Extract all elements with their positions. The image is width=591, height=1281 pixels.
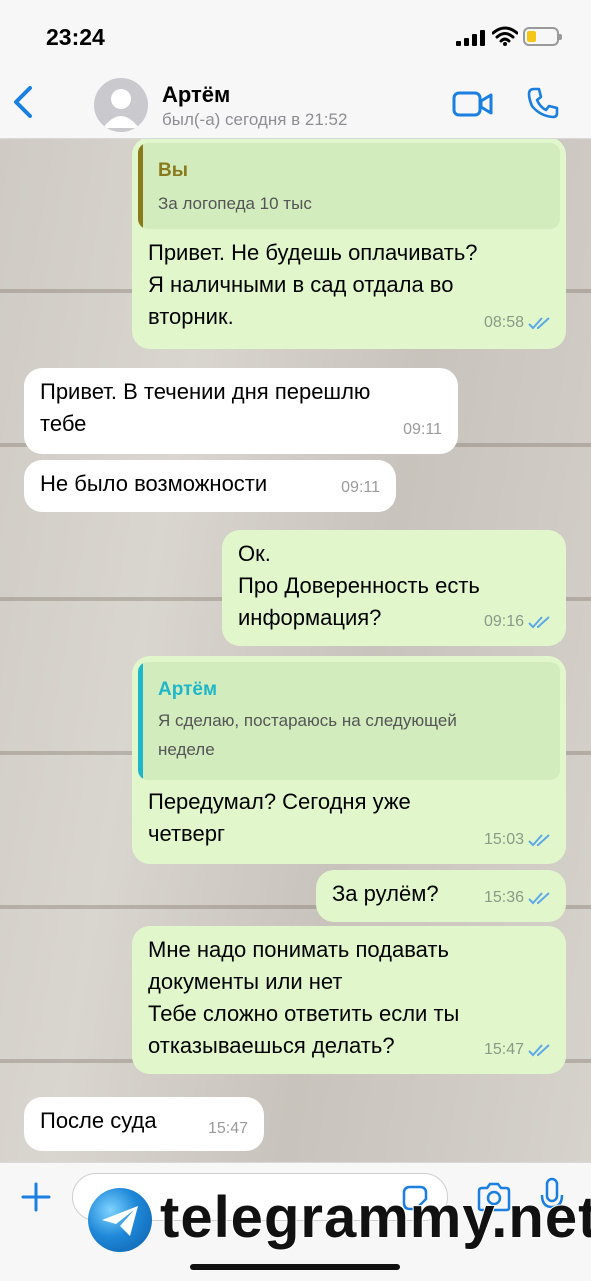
reply-author: Артём [158,679,218,700]
message-text: Привет. В течении дня перешлю тебе [40,379,371,436]
message-text: Не было возможности [40,471,268,496]
message-bubble-incoming[interactable]: После суда 15:47 [24,1097,264,1151]
message-meta: 09:11 [403,414,442,446]
chevron-left-icon[interactable] [10,84,36,120]
watermark-logo-icon [88,1188,152,1252]
signal-icon [456,30,486,46]
status-bar: 23:24 [0,0,591,70]
message-bubble-outgoing[interactable]: Ок. Про Доверенность есть информация? 09… [222,530,566,646]
message-text: Привет. Не будешь оплачивать? Я наличным… [148,240,478,329]
reply-quote[interactable]: Вы За логопеда 10 тыс [138,143,560,229]
avatar[interactable] [94,78,148,132]
status-time: 23:24 [46,24,105,50]
message-time: 15:36 [483,889,524,906]
wifi-icon [492,26,518,46]
home-indicator [190,1264,400,1270]
double-check-icon [528,834,550,847]
video-call-icon[interactable] [452,90,494,118]
message-text: После суда [40,1108,157,1133]
watermark-text: telegrammy.net [159,1184,591,1251]
person-icon [103,89,139,128]
reply-text: За логопеда 10 тыс [158,194,312,213]
double-check-icon [528,892,550,905]
contact-name[interactable]: Артём [162,82,230,108]
message-meta: 09:16 [484,606,552,638]
message-time: 09:11 [403,421,442,438]
message-bubble-outgoing[interactable]: За рулём? 15:36 [316,870,566,922]
message-meta: 15:03 [484,824,552,856]
message-text: Ок. Про Доверенность есть информация? [238,541,480,630]
chat-header: Артём был(-а) сегодня в 21:52 [0,70,591,139]
message-bubble-outgoing[interactable]: Артём Я сделаю, постараюсь на следующей … [132,656,566,864]
message-text: Передумал? Сегодня уже четверг [148,789,411,846]
message-time: 15:47 [207,1120,248,1137]
message-list[interactable]: Вы За логопеда 10 тыс Привет. Не будешь … [0,139,591,1162]
double-check-icon [528,616,550,629]
message-text: Мне надо понимать подавать документы или… [148,937,460,1058]
phone-icon[interactable] [526,86,560,120]
double-check-icon [528,1044,550,1057]
message-meta: 15:47 [484,1034,552,1066]
contact-last-seen: был(-а) сегодня в 21:52 [162,110,348,129]
message-bubble-outgoing[interactable]: Мне надо понимать подавать документы или… [132,926,566,1074]
message-time: 09:16 [483,613,524,630]
message-meta: 08:58 [484,307,552,339]
message-bubble-incoming[interactable]: Привет. В течении дня перешлю тебе 09:11 [24,368,458,454]
message-meta: 15:36 [484,882,552,914]
message-time: 08:58 [483,314,524,331]
message-bubble-incoming[interactable]: Не было возможности 09:11 [24,460,396,512]
message-text: За рулём? [332,881,439,906]
message-time: 09:11 [341,479,380,496]
message-time: 15:47 [483,1041,524,1058]
double-check-icon [528,317,550,330]
message-bubble-outgoing[interactable]: Вы За логопеда 10 тыс Привет. Не будешь … [132,139,566,349]
plus-icon[interactable] [20,1181,52,1213]
message-meta: 09:11 [341,472,380,504]
reply-author: Вы [158,160,188,181]
battery-icon [523,27,562,46]
message-meta: 15:47 [208,1113,248,1145]
reply-quote[interactable]: Артём Я сделаю, постараюсь на следующей … [138,662,560,780]
reply-text: Я сделаю, постараюсь на следующей неделе [158,711,457,759]
message-time: 15:03 [483,831,524,848]
